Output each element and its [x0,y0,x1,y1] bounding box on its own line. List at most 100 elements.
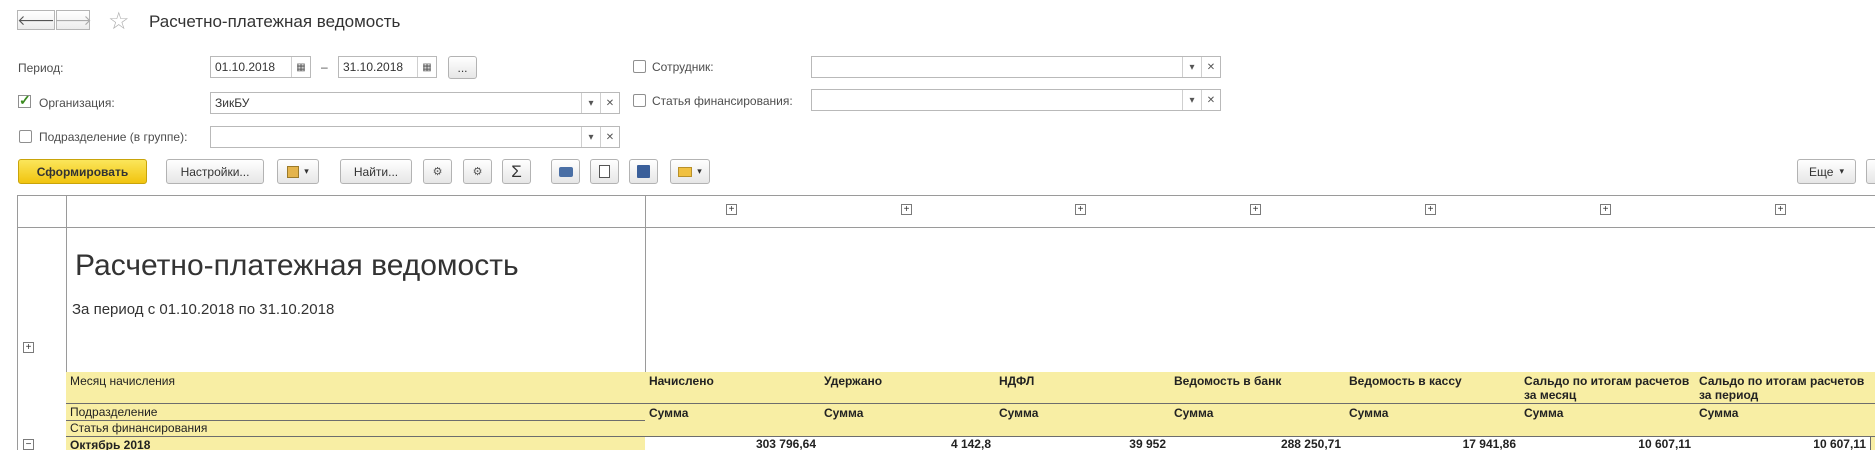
subheader-overflow [1870,404,1875,437]
preview-icon [599,165,610,178]
header-cash: Ведомость в кассу [1345,372,1521,404]
expand-group-icon[interactable]: + [726,204,737,215]
forward-button[interactable]: 🡒 [54,10,92,30]
expand-group-icon[interactable]: + [1250,204,1261,215]
header-month: Месяц начисления [66,372,646,404]
subheader-sum: Сумма [1695,404,1871,437]
clear-icon[interactable]: ✕ [600,127,619,147]
row-value-balance-period: 10 607,11 [1695,437,1871,450]
employee-field[interactable]: ▾ ✕ [811,56,1221,78]
gutter-divider [18,227,66,228]
expand-group-icon[interactable]: + [1600,204,1611,215]
expand-header-icon[interactable]: + [23,342,34,353]
department-label: Подразделение (в группе): [39,130,188,144]
organization-value: ЗикБУ [215,96,250,110]
organization-label: Организация: [39,96,115,110]
header-bank-label: Ведомость в банк [1174,374,1282,388]
employee-label: Сотрудник: [652,60,714,74]
printer-icon [558,166,573,177]
chevron-down-icon: ▾ [304,166,309,176]
search-forward-icon: ⚙ [472,166,483,178]
header-department: Подразделение [66,404,646,421]
expand-group-icon[interactable]: + [901,204,912,215]
chevron-down-icon[interactable]: ▾ [1182,57,1201,77]
header-overflow [1870,372,1875,404]
subheader-sum: Сумма [1170,404,1346,437]
sigma-icon: Σ [511,161,522,181]
subheader-sum: Сумма [1345,404,1521,437]
chevron-down-icon: ▾ [1839,166,1844,176]
report-gutter [18,196,67,450]
settings-button[interactable]: Настройки... [166,159,264,184]
organization-checkbox-checked[interactable]: ✓ [18,92,31,108]
sum-button[interactable]: Σ [502,159,531,184]
header-cash-label: Ведомость в кассу [1349,374,1462,388]
row-value-cash: 17 941,86 [1345,437,1521,450]
expand-group-icon[interactable]: + [1775,204,1786,215]
header-balance-period: Сальдо по итогам расчетов за период [1695,372,1871,404]
find-previous-button[interactable]: ⚙ [423,159,452,184]
period-to-value: 31.10.2018 [343,60,404,74]
header-month-label: Месяц начисления [70,374,176,388]
header-balance-month-label: Сальдо по итогам расчетов за месяц [1524,374,1690,402]
period-to-field[interactable]: 31.10.2018 ▦ [338,56,437,78]
back-button[interactable]: 🡐 [17,10,55,30]
period-select-button[interactable]: ... [448,56,477,79]
chevron-down-icon[interactable]: ▾ [1182,90,1201,110]
row-value-accrued: 303 796,64 [645,437,821,450]
find-next-button[interactable]: ⚙ [463,159,492,184]
period-dash: – [321,60,328,74]
find-button[interactable]: Найти... [340,159,412,184]
chevron-down-icon[interactable]: ▾ [581,93,600,113]
subheader-sum: Сумма [820,404,996,437]
report-document[interactable]: + + + + + + + + Расчетно-платежная ведом… [17,195,1875,450]
save-button[interactable] [629,159,658,184]
generate-button[interactable]: Сформировать [18,159,147,184]
back-arrow-icon: 🡐 [17,11,55,28]
header-funding-label: Статья финансирования [70,421,208,435]
forward-arrow-icon: 🡒 [54,11,92,28]
subheader-sum-label: Сумма [1349,406,1389,420]
calendar-icon[interactable]: ▦ [291,57,310,77]
send-email-button[interactable]: ▾ [670,159,710,184]
search-back-icon: ⚙ [432,166,443,178]
header-balance-month: Сальдо по итогам расчетов за месяц [1520,372,1696,404]
subheader-sum-label: Сумма [824,406,864,420]
header-accrued-label: Начислено [649,374,714,388]
calendar-icon[interactable]: ▦ [417,57,436,77]
period-from-field[interactable]: 01.10.2018 ▦ [210,56,311,78]
funding-field[interactable]: ▾ ✕ [811,89,1221,111]
chevron-down-icon[interactable]: ▾ [581,127,600,147]
variants-dropdown-button[interactable]: ▾ [277,159,319,184]
header-withheld: Удержано [820,372,996,404]
organization-field[interactable]: ЗикБУ ▾ ✕ [210,92,620,114]
toolbar-extra-button[interactable] [1866,159,1875,184]
period-from-value: 01.10.2018 [215,60,276,74]
header-funding: Статья финансирования [66,421,646,437]
print-button[interactable] [551,159,580,184]
more-button[interactable]: Еще ▾ [1797,159,1856,184]
department-checkbox[interactable] [19,130,32,143]
expand-group-icon[interactable]: + [1425,204,1436,215]
subheader-sum-label: Сумма [1174,406,1214,420]
title-column-divider [645,196,646,372]
favorite-star-icon[interactable]: ☆ [108,7,130,36]
collapse-row-icon[interactable]: − [23,439,34,450]
subheader-sum: Сумма [995,404,1171,437]
clear-icon[interactable]: ✕ [600,93,619,113]
subheader-sum: Сумма [1520,404,1696,437]
employee-checkbox[interactable] [633,60,646,73]
row-value-bank: 288 250,71 [1170,437,1346,450]
clear-icon[interactable]: ✕ [1201,57,1220,77]
floppy-disk-icon [637,165,650,178]
funding-checkbox[interactable] [633,94,646,107]
preview-button[interactable] [590,159,619,184]
header-ndfl: НДФЛ [995,372,1171,404]
expand-group-icon[interactable]: + [1075,204,1086,215]
envelope-icon [678,166,693,177]
chevron-down-icon: ▾ [697,166,702,176]
department-field[interactable]: ▾ ✕ [210,126,620,148]
clear-icon[interactable]: ✕ [1201,90,1220,110]
page-title: Расчетно-платежная ведомость [149,12,401,31]
row-value-ndfl: 39 952 [995,437,1171,450]
